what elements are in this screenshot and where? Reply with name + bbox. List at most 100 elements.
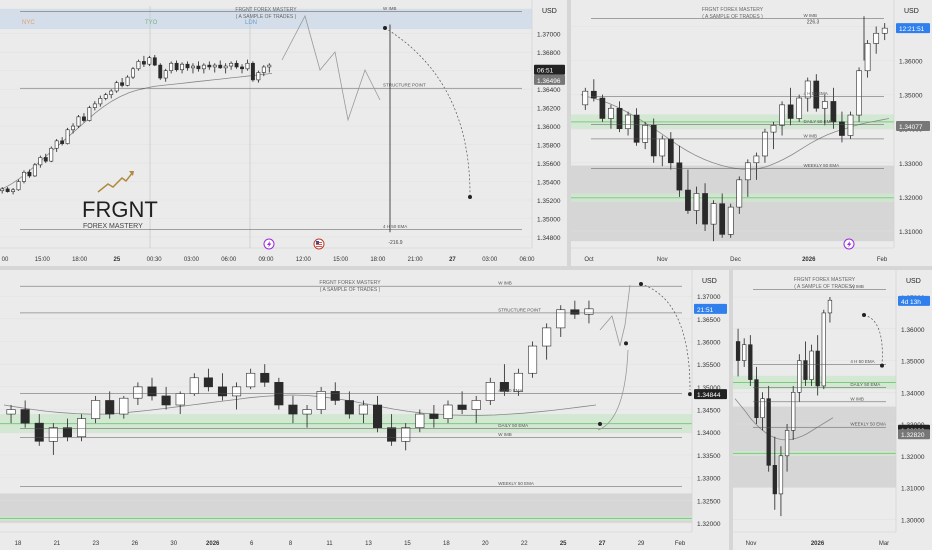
y-tick-label: 1.36400 bbox=[537, 87, 561, 94]
candle bbox=[457, 404, 467, 410]
target-dot bbox=[383, 26, 387, 30]
candle bbox=[76, 116, 81, 127]
candle bbox=[528, 345, 538, 374]
zone-grey bbox=[733, 406, 896, 488]
arc-path bbox=[863, 314, 883, 366]
chart-title: FRGNT FOREX MASTERY bbox=[235, 7, 297, 13]
x-tick-label: 18 bbox=[15, 541, 22, 547]
x-tick-label: 18:00 bbox=[370, 257, 386, 263]
candle bbox=[693, 193, 700, 211]
candle bbox=[735, 341, 741, 361]
chart-layout: FRGNT FOREX MASTERY( A SAMPLE OF TRADES … bbox=[0, 0, 932, 550]
target-dot bbox=[639, 282, 643, 286]
candle bbox=[766, 398, 771, 466]
x-tick-label: 06:00 bbox=[221, 257, 237, 263]
x-tick-label: 8 bbox=[289, 541, 293, 547]
target-dot bbox=[862, 313, 866, 317]
candle bbox=[49, 147, 54, 162]
candle bbox=[114, 82, 119, 92]
candle bbox=[169, 62, 174, 71]
price-axis[interactable] bbox=[532, 0, 567, 266]
candle bbox=[779, 104, 785, 126]
y-tick-label: 1.32000 bbox=[697, 521, 721, 528]
chart-p4[interactable]: FRGNT FOREX MASTERY( A SAMPLE OF TRADES … bbox=[733, 270, 932, 550]
panel-daily[interactable]: FRGNT FOREX MASTERY( A SAMPLE OF TRADES … bbox=[571, 0, 932, 266]
x-tick-label: 2026 bbox=[802, 257, 816, 263]
candle bbox=[34, 422, 44, 442]
target-dot bbox=[688, 392, 692, 397]
x-tick-label: Feb bbox=[877, 257, 888, 263]
candle bbox=[158, 64, 163, 79]
chart-p3[interactable]: FRGNT FOREX MASTERY( A SAMPLE OF TRADES … bbox=[0, 270, 729, 550]
candle bbox=[316, 391, 326, 410]
candle bbox=[71, 125, 75, 131]
candle bbox=[185, 63, 190, 69]
price-tag-label: 1.34077 bbox=[899, 124, 923, 131]
candle bbox=[103, 94, 108, 99]
divider-vertical-bottom[interactable] bbox=[729, 270, 733, 550]
y-tick-label: 1.33000 bbox=[899, 161, 923, 168]
level-label: W IMB bbox=[850, 284, 864, 289]
flag-stripe bbox=[316, 246, 322, 247]
candle bbox=[207, 64, 212, 68]
candle bbox=[762, 131, 768, 157]
x-tick-label: 06:00 bbox=[519, 257, 535, 263]
projection-path bbox=[597, 284, 631, 431]
candle bbox=[710, 203, 717, 225]
brand-tagline: FOREX MASTERY bbox=[83, 223, 143, 230]
level-label: W IMB bbox=[498, 432, 512, 437]
x-tick-label: 12:00 bbox=[296, 257, 312, 263]
level-label: W IMB bbox=[804, 133, 818, 138]
candle bbox=[62, 427, 72, 438]
candle bbox=[742, 344, 747, 361]
target-dot bbox=[624, 341, 628, 346]
level-label: 4 H 50 EMA bbox=[383, 224, 407, 229]
candle bbox=[91, 400, 101, 419]
x-tick-label: 27 bbox=[449, 257, 456, 263]
chart-subtitle: ( A SAMPLE OF TRADES ) bbox=[794, 284, 855, 290]
divider-horizontal[interactable] bbox=[0, 266, 932, 270]
currency-label[interactable]: USD bbox=[904, 8, 919, 15]
y-tick-label: 1.32000 bbox=[899, 195, 923, 202]
price-axis[interactable] bbox=[896, 270, 932, 550]
chart-p1[interactable]: FRGNT FOREX MASTERY( A SAMPLE OF TRADES … bbox=[0, 0, 567, 266]
panel-intraday[interactable]: FRGNT FOREX MASTERY( A SAMPLE OF TRADES … bbox=[0, 0, 567, 266]
chart-p2[interactable]: FRGNT FOREX MASTERY( A SAMPLE OF TRADES … bbox=[571, 0, 932, 266]
candle bbox=[582, 90, 589, 106]
panel-weekly[interactable]: FRGNT FOREX MASTERY( A SAMPLE OF TRADES … bbox=[733, 270, 932, 550]
candle bbox=[131, 68, 135, 78]
candle bbox=[147, 386, 157, 397]
candle bbox=[234, 62, 239, 68]
y-tick-label: 1.35400 bbox=[537, 179, 561, 186]
x-tick-label: 13 bbox=[365, 541, 372, 547]
divider-vertical-top[interactable] bbox=[567, 0, 571, 266]
candle bbox=[163, 70, 168, 79]
currency-label[interactable]: USD bbox=[906, 278, 921, 285]
panel-hourly[interactable]: FRGNT FOREX MASTERY( A SAMPLE OF TRADES … bbox=[0, 270, 729, 550]
candle bbox=[201, 64, 206, 70]
currency-label[interactable]: USD bbox=[702, 278, 717, 285]
candle bbox=[245, 62, 250, 70]
chart-subtitle: ( A SAMPLE OF TRADES ) bbox=[702, 14, 763, 20]
y-tick-label: 1.31000 bbox=[901, 486, 925, 493]
x-tick-label: 20 bbox=[482, 541, 489, 547]
chart-title: FRGNT FOREX MASTERY bbox=[702, 7, 764, 13]
candle bbox=[787, 104, 794, 119]
measure-label: 226.3 bbox=[807, 20, 820, 26]
candle bbox=[232, 386, 242, 397]
candle bbox=[152, 57, 157, 66]
candle bbox=[6, 409, 16, 415]
candle bbox=[556, 309, 566, 329]
candle bbox=[48, 427, 58, 442]
price-tag-label: 4d 13h bbox=[901, 299, 921, 306]
target-dot bbox=[598, 422, 602, 427]
candle bbox=[719, 203, 726, 235]
y-tick-label: 1.34500 bbox=[697, 408, 721, 415]
candle bbox=[267, 64, 272, 68]
x-tick-label: 09:00 bbox=[258, 257, 274, 263]
candle bbox=[847, 114, 854, 136]
currency-label[interactable]: USD bbox=[542, 8, 557, 15]
y-tick-label: 1.30000 bbox=[901, 517, 925, 524]
x-tick-label: 22 bbox=[521, 541, 528, 547]
candle bbox=[196, 65, 201, 70]
